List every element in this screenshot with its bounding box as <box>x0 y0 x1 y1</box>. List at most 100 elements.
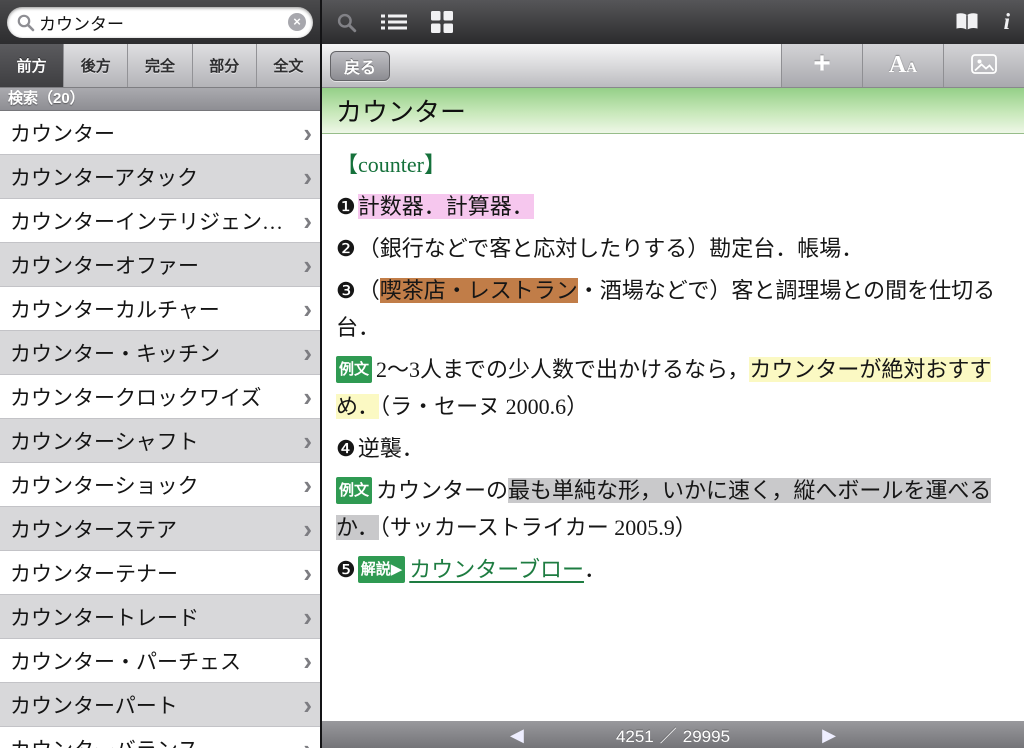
chevron-right-icon: › <box>303 387 312 407</box>
example-badge: 例文 <box>336 356 372 383</box>
entry-body: 【counter】 ❶計数器．計算器． ❷（銀行などで客と応対したりする）勘定台… <box>322 134 1024 721</box>
chevron-right-icon: › <box>303 695 312 715</box>
chevron-right-icon: › <box>303 563 312 583</box>
result-label: カウンター・キッチン <box>10 338 303 368</box>
list-view-icon[interactable] <box>381 12 407 32</box>
add-bookmark-button[interactable]: + <box>781 44 862 87</box>
search-bar: × <box>0 0 320 44</box>
info-glyph: i <box>1004 9 1010 35</box>
tab-exact-match[interactable]: 完全 <box>128 44 192 87</box>
tab-partial-match[interactable]: 部分 <box>193 44 257 87</box>
toolbar-segmented-control: + AA <box>781 44 1024 87</box>
list-item[interactable]: カウンターショック› <box>0 463 320 507</box>
grid-view-icon[interactable] <box>431 11 453 33</box>
sense-5: ❺解説▶カウンターブロー． <box>336 552 1008 589</box>
highlighted-text: 計数器．計算器． <box>358 194 534 219</box>
sense-3: ❸（喫茶店・レストラン・酒場などで）客と調理場との間を仕切る台． <box>336 273 1008 347</box>
chevron-right-icon: › <box>303 431 312 451</box>
clear-icon[interactable]: × <box>288 13 306 31</box>
back-button[interactable]: 戻る <box>330 51 390 81</box>
example-badge: 例文 <box>336 477 372 504</box>
chevron-right-icon: › <box>303 519 312 539</box>
example-text: 2〜3人までの少人数で出かけるなら， <box>376 357 749 382</box>
list-item[interactable]: カウンター› <box>0 111 320 155</box>
results-list: カウンター› カウンターアタック› カウンターインテリジェン…› カウンターオフ… <box>0 111 320 748</box>
example-text: カウンターの <box>376 478 508 503</box>
entry-header: カウンター <box>322 88 1024 134</box>
result-label: カウンタークロックワイズ <box>10 382 303 412</box>
image-view-button[interactable] <box>943 44 1024 87</box>
list-item[interactable]: カウンターカルチャー› <box>0 287 320 331</box>
entry-pane: i 戻る + AA カウンター 【counter】 ❶計数器．計算器． ❷（銀行… <box>320 0 1024 748</box>
result-label: カウンター <box>10 118 303 148</box>
dictionary-app-window: × 前方 後方 完全 部分 全文 検索（20） カウンター› カウンターアタック… <box>0 0 1024 748</box>
search-icon[interactable] <box>336 12 357 33</box>
top-toolbar: i <box>322 0 1024 44</box>
search-field[interactable]: × <box>7 7 313 38</box>
search-input[interactable] <box>39 12 288 32</box>
list-item[interactable]: カウンタートレード› <box>0 595 320 639</box>
list-item[interactable]: カウンタークロックワイズ› <box>0 375 320 419</box>
dictionary-book-icon[interactable] <box>954 12 980 32</box>
result-label: カウンターシャフト <box>10 426 303 456</box>
font-size-large-glyph: A <box>889 52 906 79</box>
result-label: カウンターステア <box>10 514 303 544</box>
list-item[interactable]: カウンターテナー› <box>0 551 320 595</box>
chevron-right-icon: › <box>303 123 312 143</box>
result-label: カウンター・パーチェス <box>10 646 303 676</box>
font-size-button[interactable]: AA <box>862 44 943 87</box>
result-label: カウンターバランス <box>10 734 303 748</box>
pager-bar: ◀ 4251／29995 ▶ <box>322 721 1024 748</box>
search-icon <box>16 13 35 32</box>
sense-text: （銀行などで客と応対したりする）勘定台．帳場． <box>358 236 864 261</box>
font-size-small-glyph: A <box>906 60 917 77</box>
list-item[interactable]: カウンターアタック› <box>0 155 320 199</box>
chevron-right-icon: › <box>303 475 312 495</box>
info-icon[interactable]: i <box>1004 9 1010 35</box>
list-item[interactable]: カウンターシャフト› <box>0 419 320 463</box>
image-icon <box>971 54 997 77</box>
result-label: カウンターショック <box>10 470 303 500</box>
chevron-right-icon: › <box>303 343 312 363</box>
tab-suffix-match[interactable]: 後方 <box>64 44 128 87</box>
sense-text: ． <box>584 557 606 582</box>
results-count-header: 検索（20） <box>0 88 320 111</box>
result-label: カウンタートレード <box>10 602 303 632</box>
chevron-right-icon: › <box>303 651 312 671</box>
result-label: カウンターパート <box>10 690 303 720</box>
highlighted-text: 喫茶店・レストラン <box>380 278 578 303</box>
plus-icon: + <box>813 49 831 79</box>
list-item[interactable]: カウンター・キッチン› <box>0 331 320 375</box>
sub-toolbar: 戻る + AA <box>322 44 1024 88</box>
sense-2: ❷（銀行などで客と応対したりする）勘定台．帳場． <box>336 231 1008 268</box>
pager-position: 4251／29995 <box>613 722 733 747</box>
example-1: 例文2〜3人までの少人数で出かけるなら，カウンターが絶対おすすめ．（ラ・セーヌ … <box>336 352 1008 426</box>
result-label: カウンターオファー <box>10 250 303 280</box>
cross-reference-link[interactable]: カウンターブロー <box>409 557 584 582</box>
previous-entry-icon[interactable]: ◀ <box>510 726 524 744</box>
example-source: （サッカーストライカー 2005.9） <box>379 515 697 540</box>
tab-prefix-match[interactable]: 前方 <box>0 44 64 87</box>
sidebar: × 前方 後方 完全 部分 全文 検索（20） カウンター› カウンターアタック… <box>0 0 320 748</box>
list-item[interactable]: カウンターインテリジェン…› <box>0 199 320 243</box>
result-label: カウンターカルチャー <box>10 294 303 324</box>
chevron-right-icon: › <box>303 607 312 627</box>
sense-number: ❹ <box>336 436 356 461</box>
chevron-right-icon: › <box>303 739 312 748</box>
chevron-right-icon: › <box>303 211 312 231</box>
sense-number: ❺ <box>336 557 356 582</box>
list-item[interactable]: カウンターバランス› <box>0 727 320 748</box>
tab-fulltext-search[interactable]: 全文 <box>257 44 320 87</box>
pager-current: 4251 <box>616 727 654 746</box>
next-entry-icon[interactable]: ▶ <box>822 726 836 744</box>
entry-pronunciation: 【counter】 <box>336 147 1008 184</box>
result-label: カウンターテナー <box>10 558 303 588</box>
list-item[interactable]: カウンター・パーチェス› <box>0 639 320 683</box>
chevron-right-icon: › <box>303 167 312 187</box>
list-item[interactable]: カウンターオファー› <box>0 243 320 287</box>
commentary-badge: 解説▶ <box>358 556 406 583</box>
list-item[interactable]: カウンターステア› <box>0 507 320 551</box>
search-mode-tabbar: 前方 後方 完全 部分 全文 <box>0 44 320 88</box>
list-item[interactable]: カウンターパート› <box>0 683 320 727</box>
sense-number: ❷ <box>336 236 356 261</box>
